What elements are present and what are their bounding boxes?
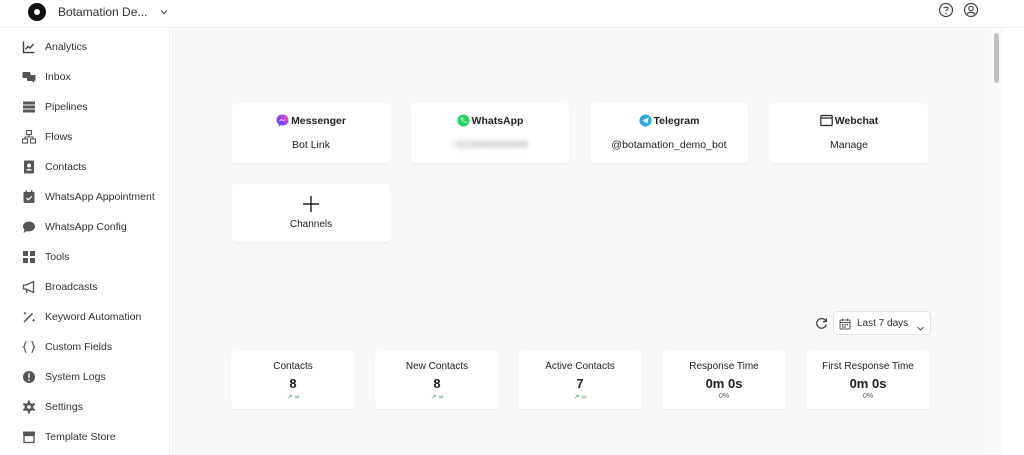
date-range-select[interactable]: Last 7 days	[833, 311, 931, 335]
pipeline-icon	[22, 100, 36, 114]
stat-card-active-contacts: Active Contacts 7 ↗ ∞	[518, 351, 642, 409]
workspace-name: Botamation De...	[58, 5, 148, 19]
sidebar-item-whatsapp-config[interactable]: WhatsApp Config	[0, 215, 170, 239]
sidebar: Analytics Inbox Pipelines Flows Contacts…	[0, 28, 170, 455]
sidebar-item-inbox[interactable]: Inbox	[0, 65, 170, 89]
stat-trend: ↗ ∞	[286, 394, 300, 401]
sidebar-item-label: Contacts	[45, 161, 87, 173]
scroll-thumb[interactable]	[994, 33, 999, 83]
trend-up-icon: ↗	[430, 394, 437, 401]
channel-card-telegram: Telegram @botamation_demo_bot	[590, 103, 748, 163]
messenger-icon	[276, 114, 289, 127]
top-bar: Botamation De...	[0, 0, 1024, 28]
sidebar-item-analytics[interactable]: Analytics	[0, 35, 170, 59]
sidebar-item-label: Inbox	[45, 71, 71, 83]
stat-card-response-time: Response Time 0m 0s 0%	[662, 351, 786, 409]
sidebar-item-label: WhatsApp Appointment	[45, 191, 155, 203]
vertical-scrollbar[interactable]	[991, 29, 1003, 455]
megaphone-icon	[22, 280, 36, 294]
trend-up-icon: ↗	[286, 394, 293, 401]
channel-title: WhatsApp	[471, 114, 524, 127]
chevron-down-icon	[159, 7, 169, 17]
stat-trend: ↗ ∞	[430, 394, 444, 401]
sidebar-item-tools[interactable]: Tools	[0, 245, 170, 269]
whatsapp-icon	[457, 114, 470, 127]
channel-card-whatsapp: WhatsApp +919999999999	[411, 103, 569, 163]
user-circle-icon[interactable]	[963, 2, 979, 18]
calendar-check-icon	[22, 190, 36, 204]
flow-tree-icon	[22, 130, 36, 144]
magic-wand-icon	[22, 310, 36, 324]
sidebar-item-label: Keyword Automation	[45, 311, 142, 323]
sidebar-item-keyword-automation[interactable]: Keyword Automation	[0, 305, 170, 329]
stat-trend: ↗ ∞	[573, 394, 587, 401]
stat-card-contacts: Contacts 8 ↗ ∞	[231, 351, 355, 409]
help-circle-icon[interactable]	[938, 2, 954, 18]
channel-title: Messenger	[291, 114, 346, 127]
stat-label: First Response Time	[822, 361, 914, 372]
chart-line-icon	[22, 40, 36, 54]
stat-label: Active Contacts	[545, 361, 615, 372]
sidebar-item-flows[interactable]: Flows	[0, 125, 170, 149]
browser-window-icon	[819, 114, 833, 127]
sidebar-item-label: Pipelines	[45, 101, 88, 113]
stat-card-first-response-time: First Response Time 0m 0s 0%	[806, 351, 930, 409]
sidebar-item-settings[interactable]: Settings	[0, 395, 170, 419]
stat-value: 7	[576, 376, 584, 391]
stat-value: 0m 0s	[849, 376, 887, 391]
braces-icon	[22, 340, 36, 354]
telegram-icon	[639, 114, 652, 127]
store-icon	[22, 430, 36, 444]
channel-card-webchat: Webchat Manage	[770, 103, 928, 163]
sidebar-item-label: Custom Fields	[45, 341, 113, 353]
stat-label: New Contacts	[405, 361, 469, 372]
sidebar-item-custom-fields[interactable]: Custom Fields	[0, 335, 170, 359]
whatsapp-number: +919999999999	[451, 139, 529, 151]
stat-label: Response Time	[689, 361, 759, 372]
contact-card-icon	[22, 160, 36, 174]
sidebar-item-template-store[interactable]: Template Store	[0, 425, 170, 449]
alert-circle-icon	[22, 370, 36, 384]
chevron-down-icon	[916, 320, 925, 331]
sidebar-item-label: Analytics	[45, 41, 88, 53]
date-range-label: Last 7 days	[857, 318, 909, 329]
sidebar-item-contacts[interactable]: Contacts	[0, 155, 170, 179]
chat-icon	[22, 220, 36, 234]
sidebar-item-whatsapp-appointment[interactable]: WhatsApp Appointment	[0, 185, 170, 209]
messenger-bot-link[interactable]: Bot Link	[232, 139, 390, 151]
telegram-bot-handle[interactable]: @botamation_demo_bot	[590, 139, 748, 151]
sidebar-item-label: Tools	[45, 251, 70, 263]
stat-trend: 0%	[862, 393, 874, 400]
add-channel-card[interactable]: Channels	[232, 184, 390, 242]
grid-icon	[22, 250, 36, 264]
plus-icon	[302, 195, 320, 213]
stat-value: 0m 0s	[705, 376, 743, 391]
sidebar-item-system-logs[interactable]: System Logs	[0, 365, 170, 389]
sidebar-item-label: Settings	[45, 401, 83, 413]
gear-icon	[22, 400, 36, 414]
stat-card-new-contacts: New Contacts 8 ↗ ∞	[375, 351, 499, 409]
channel-title: Webchat	[834, 114, 879, 127]
refresh-icon[interactable]	[815, 317, 828, 330]
sidebar-item-broadcasts[interactable]: Broadcasts	[0, 275, 170, 299]
stat-value: 8	[433, 376, 441, 391]
stat-value: 8	[289, 376, 297, 391]
sidebar-item-pipelines[interactable]: Pipelines	[0, 95, 170, 119]
webchat-manage-link[interactable]: Manage	[770, 139, 928, 151]
channel-card-messenger: Messenger Bot Link	[232, 103, 390, 163]
workspace-avatar	[28, 3, 46, 21]
stat-label: Contacts	[273, 361, 313, 372]
add-channel-label: Channels	[289, 219, 333, 230]
workspace-switcher[interactable]: Botamation De...	[28, 2, 169, 22]
chat-bubbles-icon	[22, 70, 36, 84]
sidebar-item-label: Template Store	[45, 431, 116, 443]
calendar-icon	[839, 317, 851, 330]
sidebar-item-label: WhatsApp Config	[45, 221, 127, 233]
sidebar-item-label: Broadcasts	[45, 281, 98, 293]
trend-up-icon: ↗	[573, 394, 580, 401]
channel-title: Telegram	[653, 114, 700, 127]
stat-trend: 0%	[718, 393, 730, 400]
sidebar-item-label: Flows	[45, 131, 73, 143]
sidebar-item-label: System Logs	[45, 371, 106, 383]
